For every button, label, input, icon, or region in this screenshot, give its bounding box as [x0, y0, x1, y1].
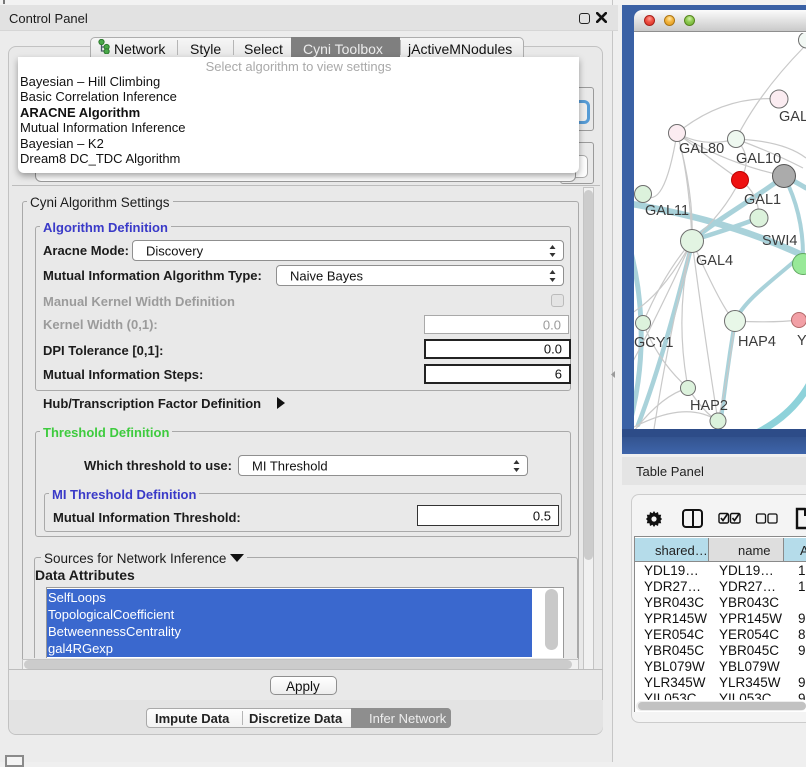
svg-text:GCY1: GCY1 [634, 335, 674, 351]
svg-text:HAP4: HAP4 [738, 334, 776, 350]
svg-text:GAL11: GAL11 [645, 203, 689, 219]
svg-text:GAL1: GAL1 [744, 192, 781, 208]
svg-text:HAP2: HAP2 [690, 398, 728, 414]
svg-text:GAL: GAL [779, 109, 806, 125]
svg-text:SWI4: SWI4 [762, 233, 797, 249]
svg-text:GAL10: GAL10 [736, 151, 781, 167]
svg-text:GAL80: GAL80 [679, 141, 724, 157]
svg-text:Y: Y [797, 333, 806, 349]
svg-text:GAL4: GAL4 [696, 253, 733, 269]
